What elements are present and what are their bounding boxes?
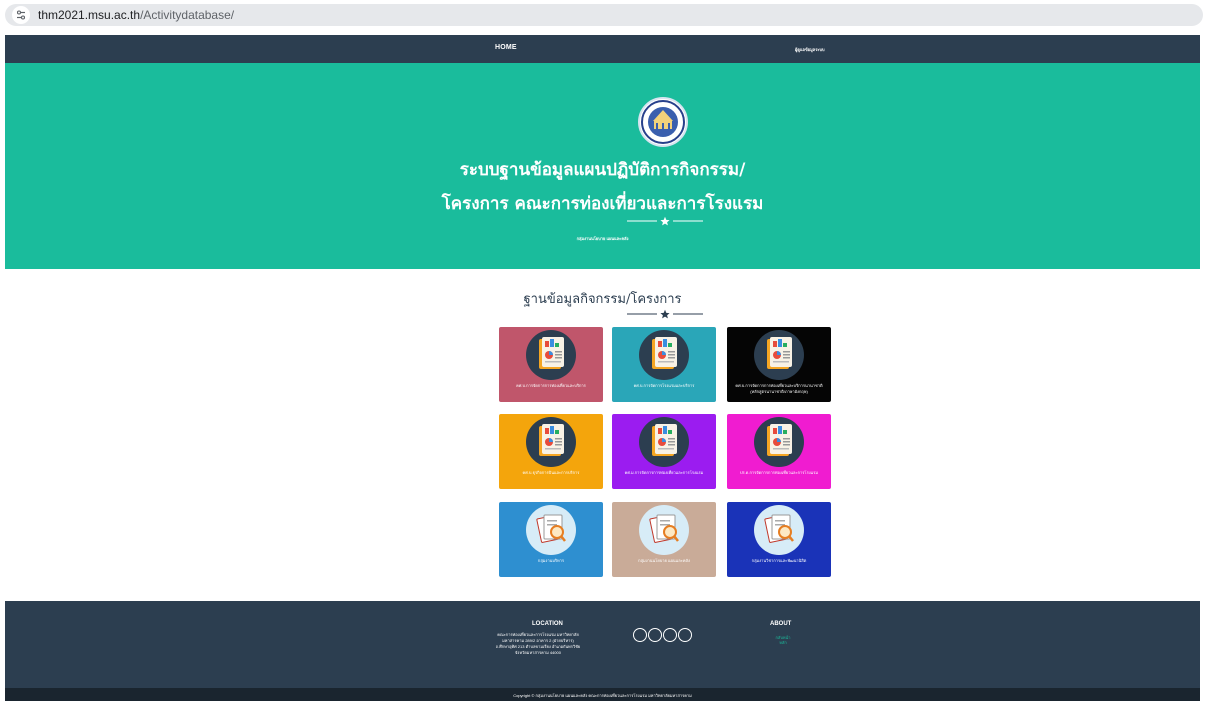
document-search-icon bbox=[639, 505, 689, 555]
url-host: thm2021.msu.ac.th bbox=[38, 8, 141, 22]
tile-aviation-service[interactable]: คศ.บ.ธุรกิจการบินและการบริการ bbox=[499, 414, 603, 489]
document-search-icon bbox=[526, 505, 576, 555]
tile-label: คศ.บ.ธุรกิจการบินและการบริการ bbox=[522, 470, 580, 475]
tile-label: คศ.บ.การจัดการการท่องเที่ยวและบริการนานา… bbox=[735, 383, 823, 394]
tile-policy-plan-finance[interactable]: กลุ่มงานนโยบาย แผนและคลัง bbox=[612, 502, 716, 577]
tile-academic-student[interactable]: กลุ่มงานวิชาการและพัฒนานิสิต bbox=[727, 502, 831, 577]
dribbble-icon[interactable] bbox=[678, 628, 692, 642]
tile-hotel-service[interactable]: คศ.บ.การจัดการโรงแรมและบริการ bbox=[612, 327, 716, 402]
report-document-icon bbox=[754, 330, 804, 380]
star-divider bbox=[627, 309, 703, 319]
browser-address-bar: thm2021.msu.ac.th/Activitydatabase/ bbox=[0, 0, 1205, 29]
tile-label: กลุ่มงานวิชาการและพัฒนานิสิต bbox=[751, 558, 807, 563]
tile-admin-group[interactable]: กลุ่มงานบริหาร bbox=[499, 502, 603, 577]
tile-label: กลุ่มงานนโยบาย แผนและคลัง bbox=[638, 558, 690, 563]
tile-master-tourism-hotel[interactable]: คศ.ม.การจัดการการท่องเที่ยวและการโรงแรม bbox=[612, 414, 716, 489]
tile-label: คศ.บ.การจัดการโรงแรมและบริการ bbox=[633, 383, 695, 388]
star-divider bbox=[627, 216, 703, 226]
about-link-home-2[interactable]: หลัก bbox=[773, 640, 793, 645]
copyright-bar: Copyright © กลุ่มงานนโยบาย แผนและคลัง คณ… bbox=[5, 688, 1200, 701]
copyright-text: Copyright © กลุ่มงานนโยบาย แผนและคลัง คณ… bbox=[513, 693, 692, 698]
twitter-icon[interactable] bbox=[648, 628, 662, 642]
about-heading: ABOUT bbox=[770, 621, 792, 627]
footer: LOCATION คณะการท่องเที่ยวและการโรงแรม มห… bbox=[5, 601, 1200, 688]
tile-label: ปร.ด.การจัดการการท่องเที่ยวและการโรงแรม bbox=[739, 470, 819, 475]
tile-phd-tourism-hotel[interactable]: ปร.ด.การจัดการการท่องเที่ยวและการโรงแรม bbox=[727, 414, 831, 489]
url-path: /Activitydatabase/ bbox=[140, 8, 235, 22]
tile-tourism-service[interactable]: คศ.บ.การจัดการการท่องเที่ยวและบริการ bbox=[499, 327, 603, 402]
nav-home-link[interactable]: HOME bbox=[495, 44, 517, 51]
hero-banner: ระบบฐานข้อมูลแผนปฏิบัติการกิจกรรม/ โครงก… bbox=[5, 63, 1200, 269]
tile-label: กลุ่มงานบริหาร bbox=[537, 558, 565, 563]
location-heading: LOCATION bbox=[532, 621, 563, 627]
document-search-icon bbox=[754, 505, 804, 555]
address-line: จังหวัดมหาสารคาม 44000 bbox=[515, 650, 561, 655]
faculty-logo bbox=[638, 97, 688, 147]
hero-subtitle: กลุ่มงานนโยบาย แผนและคลัง bbox=[576, 236, 629, 241]
hero-title-line2: โครงการ คณะการท่องเที่ยวและการโรงแรม bbox=[441, 194, 764, 214]
linkedin-icon[interactable] bbox=[663, 628, 677, 642]
facebook-icon[interactable] bbox=[633, 628, 647, 642]
tile-international-tourism[interactable]: คศ.บ.การจัดการการท่องเที่ยวและบริการนานา… bbox=[727, 327, 831, 402]
tile-label: คศ.ม.การจัดการการท่องเที่ยวและการโรงแรม bbox=[624, 470, 704, 475]
tile-label: คศ.บ.การจัดการการท่องเที่ยวและบริการ bbox=[516, 383, 586, 388]
report-document-icon bbox=[526, 417, 576, 467]
url-field[interactable]: thm2021.msu.ac.th/Activitydatabase/ bbox=[5, 4, 1203, 26]
hero-title-line1: ระบบฐานข้อมูลแผนปฏิบัติการกิจกรรม/ bbox=[459, 160, 746, 180]
url-text: thm2021.msu.ac.th/Activitydatabase/ bbox=[38, 7, 234, 23]
report-document-icon bbox=[526, 330, 576, 380]
site-settings-icon[interactable] bbox=[12, 6, 30, 24]
top-navbar: HOME ผู้ดูแลข้อมูลระบบ bbox=[5, 35, 1200, 63]
report-document-icon bbox=[639, 417, 689, 467]
about-links: กลับหน้า หลัก bbox=[773, 635, 793, 645]
section-title: ฐานข้อมูลกิจกรรม/โครงการ bbox=[523, 292, 682, 307]
report-document-icon bbox=[639, 330, 689, 380]
nav-admin-link[interactable]: ผู้ดูแลข้อมูลระบบ bbox=[795, 46, 825, 53]
location-address: คณะการท่องเที่ยวและการโรงแรม มหาวิทยาลัย… bbox=[490, 632, 586, 656]
report-document-icon bbox=[754, 417, 804, 467]
